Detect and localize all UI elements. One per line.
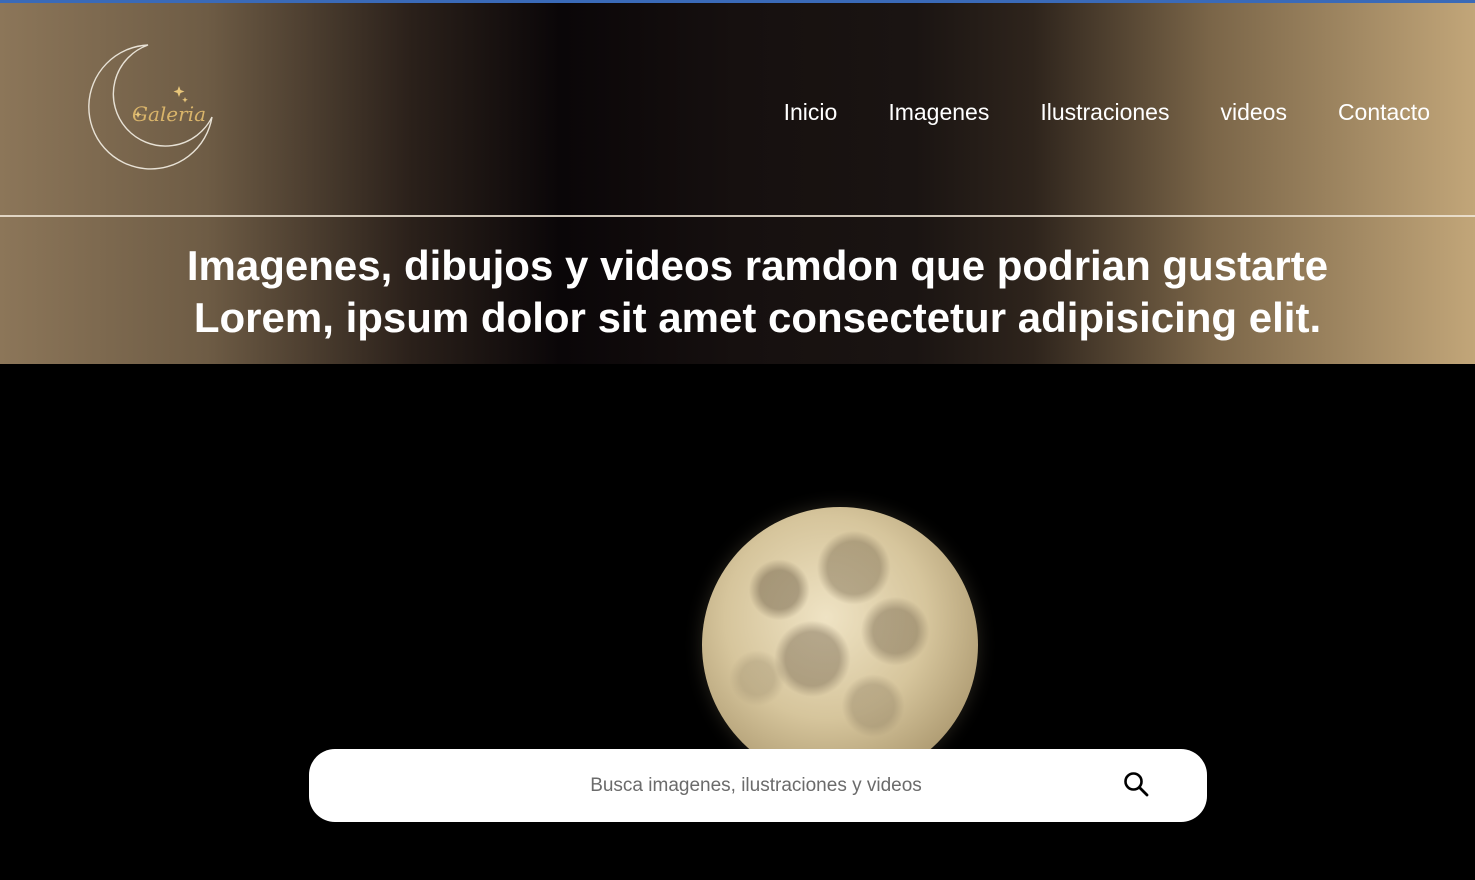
search-bar (309, 749, 1207, 822)
nav-item-ilustraciones[interactable]: Ilustraciones (1040, 99, 1169, 126)
logo-text: Galeria (132, 102, 206, 126)
nav-item-contacto[interactable]: Contacto (1338, 99, 1430, 126)
nav-item-videos[interactable]: videos (1220, 99, 1286, 126)
main-nav: Inicio Imagenes Ilustraciones videos Con… (784, 99, 1430, 126)
site-logo[interactable]: Galeria (86, 41, 220, 171)
nav-item-imagenes[interactable]: Imagenes (888, 99, 989, 126)
search-input[interactable] (359, 773, 1153, 798)
sparkle-icon (173, 86, 185, 97)
site-header: Galeria Inicio Imagenes Ilustraciones vi… (0, 3, 1475, 364)
headline-line-2: Lorem, ipsum dolor sit amet consectetur … (193, 294, 1322, 341)
nav-item-inicio[interactable]: Inicio (784, 99, 838, 126)
moon-image (702, 507, 978, 783)
page-headline: Imagenes, dibujos y videos ramdon que po… (0, 240, 1475, 344)
search-icon[interactable] (1123, 771, 1149, 797)
crescent-moon-icon: Galeria (88, 44, 213, 170)
header-divider (0, 215, 1475, 217)
headline-line-1: Imagenes, dibujos y videos ramdon que po… (186, 242, 1329, 289)
